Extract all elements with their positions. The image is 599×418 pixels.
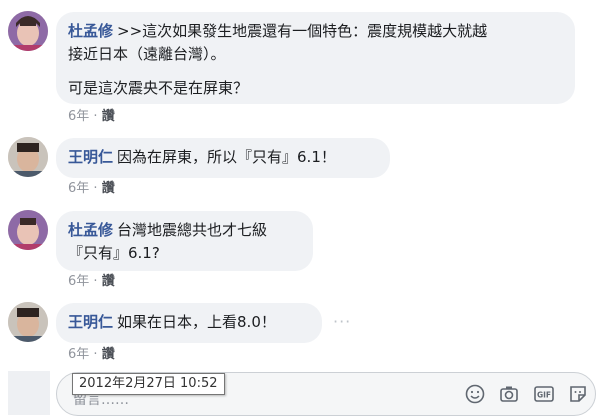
comment-author[interactable]: 杜孟修	[68, 22, 113, 40]
comment-text: 因為在屏東，所以『只有』6.1！	[117, 148, 336, 166]
comment-timestamp[interactable]: 6年	[68, 181, 89, 196]
comment-text: 台灣地震總共也才七級	[117, 221, 268, 239]
comment-timestamp[interactable]: 6年	[68, 109, 89, 124]
comment-meta: 6年 · 讚	[68, 109, 115, 124]
comment-author[interactable]: 王明仁	[68, 148, 113, 166]
like-link[interactable]: 讚	[102, 181, 115, 196]
composer-avatar	[8, 371, 50, 415]
comment-bubble: 王明仁 如果在日本，上看8.0！	[56, 303, 322, 343]
comment-author[interactable]: 王明仁	[68, 313, 113, 331]
camera-icon[interactable]	[498, 383, 520, 405]
comment-author[interactable]: 杜孟修	[68, 221, 113, 239]
avatar[interactable]	[8, 11, 48, 51]
comment-meta: 6年 · 讚	[68, 274, 115, 289]
like-link[interactable]: 讚	[102, 274, 115, 289]
like-link[interactable]: 讚	[102, 109, 115, 124]
avatar[interactable]	[8, 137, 48, 177]
avatar[interactable]	[8, 302, 48, 342]
avatar[interactable]	[8, 210, 48, 250]
comment-timestamp[interactable]: 6年	[68, 347, 89, 362]
comment-bubble: 杜孟修 >>這次如果發生地震還有一個特色：震度規模越大就越 接近日本（遠離台灣）。…	[56, 12, 575, 104]
comment-meta: 6年 · 讚	[68, 347, 115, 362]
comment-text: 如果在日本，上看8.0！	[117, 313, 276, 331]
gif-icon[interactable]: GIF	[533, 383, 555, 405]
like-link[interactable]: 讚	[102, 347, 115, 362]
comment-timestamp[interactable]: 6年	[68, 274, 89, 289]
comment-text: 可是這次震央不是在屏東？	[68, 79, 249, 97]
comment-text: 接近日本（遠離台灣）。	[68, 45, 226, 63]
comment-meta: 6年 · 讚	[68, 181, 115, 196]
more-options-icon[interactable]: ···	[333, 312, 351, 331]
timestamp-tooltip: 2012年2月27日 10:52	[72, 373, 225, 395]
comment-bubble: 王明仁 因為在屏東，所以『只有』6.1！	[56, 138, 390, 178]
comment-bubble: 杜孟修 台灣地震總共也才七級 『只有』6.1?	[56, 211, 313, 271]
sticker-icon[interactable]	[567, 383, 589, 405]
comment-text: >>這次如果發生地震還有一個特色：震度規模越大就越	[117, 22, 488, 40]
emoji-icon[interactable]	[464, 383, 486, 405]
comment-text: 『只有』6.1?	[68, 244, 160, 262]
svg-text:GIF: GIF	[537, 391, 551, 400]
